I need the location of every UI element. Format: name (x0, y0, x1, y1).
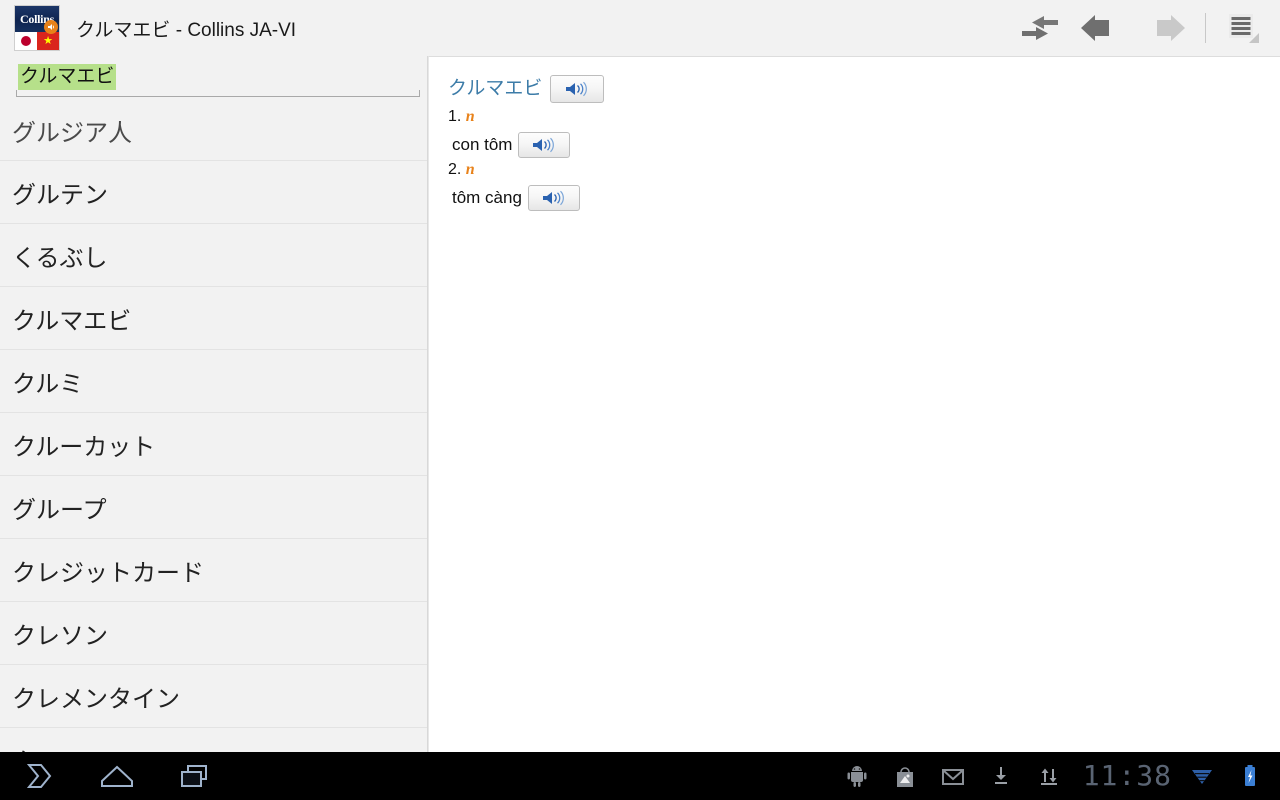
list-item[interactable]: クレヨン (0, 728, 428, 752)
home-nav-icon (101, 765, 133, 787)
home-nav-button[interactable] (78, 752, 156, 800)
speak-translation-button[interactable] (527, 185, 580, 211)
list-item[interactable]: クルミ (0, 350, 428, 413)
list-item[interactable]: グルテン (0, 161, 428, 224)
search-field-wrapper[interactable]: クルマエビ (0, 56, 428, 100)
sync-icon (1025, 752, 1073, 800)
back-nav-button[interactable] (0, 752, 78, 800)
hamburger-menu-icon (1229, 14, 1259, 43)
japan-flag-icon (15, 32, 37, 50)
list-item[interactable]: グループ (0, 476, 428, 539)
word-list[interactable]: グルジア人 グルテン くるぶし クルマエビ クルミ クルーカット グループ クレ… (0, 100, 428, 752)
speak-headword-button[interactable] (550, 75, 605, 103)
list-item[interactable]: くるぶし (0, 224, 428, 287)
play-store-icon (881, 752, 929, 800)
toolbar-separator (1205, 13, 1206, 43)
sense-number-row: 1. n (448, 107, 1280, 127)
sidebar: クルマエビ グルジア人 グルテン くるぶし クルマエビ クルミ クルーカット グ… (0, 56, 428, 752)
forward-button[interactable] (1133, 6, 1195, 50)
list-item-label: クレソン (12, 622, 108, 650)
speaker-icon (542, 190, 564, 206)
list-item[interactable]: クレメンタイン (0, 665, 428, 728)
arrow-left-icon (1081, 15, 1109, 41)
speaker-icon (533, 137, 555, 153)
swap-languages-button[interactable] (1009, 6, 1071, 50)
audio-badge-icon (44, 20, 58, 34)
download-icon (977, 752, 1025, 800)
part-of-speech: n (465, 161, 475, 178)
app-window: Collins ★ クルマエビ - Collins JA-VI クルマエビ グル… (0, 0, 1280, 800)
status-icons-area: 11:38 (833, 752, 1280, 800)
speak-translation-button[interactable] (518, 132, 571, 158)
translation-row: tôm càng (448, 185, 1280, 211)
list-item-label: くるぶし (12, 244, 108, 272)
list-item-label: クルーカット (12, 433, 156, 461)
translation-row: con tôm (448, 132, 1280, 158)
recents-nav-icon (181, 765, 207, 787)
back-nav-icon (26, 764, 52, 788)
android-robot-icon (833, 752, 881, 800)
sense-number-row: 2. n (448, 160, 1280, 180)
vietnam-star: ★ (43, 34, 53, 47)
list-item-label: クレメンタイン (12, 685, 180, 713)
page-title: クルマエビ - Collins JA-VI (76, 19, 297, 41)
wifi-icon (1178, 752, 1226, 800)
sense-number: 2. (448, 161, 462, 178)
translation-text: con tôm (452, 135, 513, 154)
list-item-label: グルテン (12, 181, 108, 209)
list-item[interactable]: グルジア人 (0, 100, 428, 161)
android-system-bar: 11:38 (0, 752, 1280, 800)
menu-button[interactable] (1216, 6, 1272, 50)
collins-ja-vi-icon: Collins ★ (14, 5, 60, 51)
list-item-label: クレヨン (12, 742, 108, 752)
title-bar: Collins ★ クルマエビ - Collins JA-VI (0, 0, 1280, 56)
headword-row: クルマエビ (448, 75, 1280, 105)
search-underline (16, 90, 420, 97)
gmail-icon (929, 752, 977, 800)
translation-text: tôm càng (452, 188, 522, 207)
entry-panel: クルマエビ 1. n con tôm 2. n tôm càng (428, 56, 1280, 752)
battery-charging-icon (1226, 752, 1274, 800)
headword: クルマエビ (448, 78, 543, 99)
list-item[interactable]: クレジットカード (0, 539, 428, 602)
swap-arrows-icon (1022, 16, 1058, 40)
speaker-icon (566, 81, 588, 97)
list-item[interactable]: クルーカット (0, 413, 428, 476)
list-item-label: クルマエビ (12, 307, 132, 335)
recents-nav-button[interactable] (156, 752, 234, 800)
search-input[interactable]: クルマエビ (18, 64, 117, 90)
part-of-speech: n (465, 108, 475, 125)
list-item-label: グルジア人 (12, 119, 132, 147)
arrow-right-icon (1157, 15, 1185, 41)
dictionary-entry: クルマエビ 1. n con tôm 2. n tôm càng (429, 57, 1280, 211)
status-clock: 11:38 (1082, 759, 1172, 792)
list-item-label: クレジットカード (12, 559, 204, 587)
back-button[interactable] (1071, 6, 1133, 50)
list-item[interactable]: クルマエビ (0, 287, 428, 350)
sense-number: 1. (448, 108, 462, 125)
vietnam-flag-icon: ★ (37, 32, 59, 50)
list-item[interactable]: クレソン (0, 602, 428, 665)
list-item-label: クルミ (12, 370, 84, 398)
list-item-label: グループ (12, 496, 107, 524)
